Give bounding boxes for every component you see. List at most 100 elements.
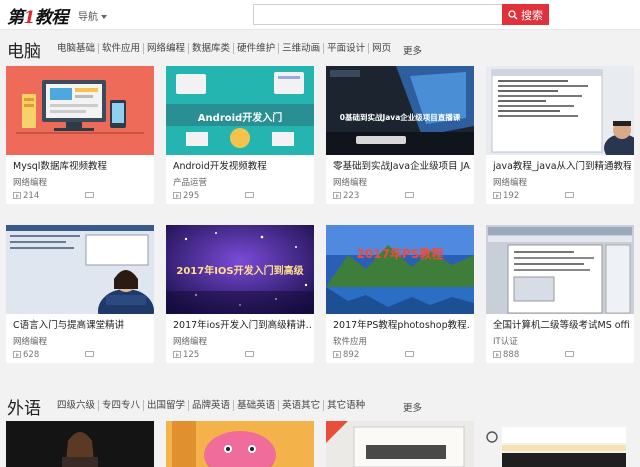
course-stats: 223 bbox=[333, 191, 467, 201]
category-link[interactable]: 网页 bbox=[369, 43, 394, 54]
section-title: 电脑 bbox=[7, 42, 41, 62]
category-link[interactable]: 四级六级 bbox=[57, 400, 100, 411]
section-header-language: 外语 四级六级 专四专八 出国留学 品牌英语 基础英语 英语其它 其它语种 更多 bbox=[0, 394, 640, 419]
course-category[interactable]: 产品运营 bbox=[173, 176, 207, 188]
view-count: 223 bbox=[343, 191, 360, 201]
search-icon bbox=[508, 9, 518, 19]
course-category[interactable]: 网络编程 bbox=[13, 335, 47, 347]
course-thumbnail[interactable] bbox=[486, 421, 634, 467]
ps-landscape-illustration bbox=[326, 225, 474, 314]
thumbnail-caption: 0基础到实战Java企业级项目直播课 bbox=[339, 113, 461, 122]
course-card[interactable]: Android开发入门 Android开发视频教程 产品运营 295 bbox=[166, 66, 314, 204]
section-title: 外语 bbox=[7, 399, 41, 419]
play-icon bbox=[173, 351, 181, 358]
course-category[interactable]: IT认证 bbox=[493, 335, 518, 347]
course-category[interactable]: 网络编程 bbox=[173, 335, 207, 347]
category-link[interactable]: 英语其它 bbox=[279, 400, 325, 411]
course-thumbnail[interactable]: Android开发入门 bbox=[166, 66, 314, 155]
play-icon bbox=[333, 192, 341, 199]
thumbnail-caption: 2017年PS教程 bbox=[356, 247, 444, 261]
course-thumbnail[interactable] bbox=[6, 66, 154, 155]
course-card[interactable] bbox=[326, 421, 474, 467]
course-stats: 628 bbox=[13, 350, 147, 360]
course-title[interactable]: Android开发视频教程 bbox=[173, 158, 311, 172]
course-thumbnail[interactable] bbox=[486, 66, 634, 155]
comment-icon bbox=[245, 351, 254, 357]
course-thumbnail[interactable]: 2017年IOS开发入门到高级 bbox=[166, 225, 314, 314]
category-link[interactable]: 软件应用 bbox=[99, 43, 145, 54]
course-thumbnail[interactable]: 2017年PS教程 bbox=[326, 225, 474, 314]
chevron-down-icon bbox=[101, 15, 107, 19]
top-header: 第1教程 导航 搜索 bbox=[0, 0, 640, 30]
course-stats: 888 bbox=[493, 350, 627, 360]
course-title[interactable]: C语言入门与提高课堂精讲 bbox=[13, 317, 151, 331]
category-link[interactable]: 数据库类 bbox=[189, 43, 235, 54]
course-thumbnail[interactable] bbox=[166, 421, 314, 467]
course-category[interactable]: 软件应用 bbox=[333, 335, 367, 347]
course-thumbnail[interactable] bbox=[6, 421, 154, 467]
course-thumbnail[interactable]: 0基础到实战Java企业级项目直播课 bbox=[326, 66, 474, 155]
course-card[interactable] bbox=[6, 421, 154, 467]
view-count: 888 bbox=[503, 350, 520, 360]
course-card[interactable]: java教程_java从入门到精通教程… 网络编程 192 bbox=[486, 66, 634, 204]
office-illustration bbox=[486, 225, 634, 314]
course-title[interactable]: 零基础到实战Java企业级项目 JA… bbox=[333, 158, 471, 172]
site-logo[interactable]: 第1教程 bbox=[7, 3, 68, 28]
course-category[interactable]: 网络编程 bbox=[333, 176, 367, 188]
nav-dropdown-label: 导航 bbox=[78, 12, 98, 23]
course-card[interactable]: 2017年PS教程 2017年PS教程photoshop教程… 软件应用 892 bbox=[326, 225, 474, 363]
course-card[interactable] bbox=[486, 421, 634, 467]
view-count: 295 bbox=[183, 191, 200, 201]
category-link[interactable]: 品牌英语 bbox=[189, 400, 235, 411]
course-title[interactable]: 2017年ios开发入门到高级精讲… bbox=[173, 317, 311, 331]
code-screen-illustration bbox=[486, 66, 634, 155]
course-title[interactable]: 全国计算机二级等级考试MS offi… bbox=[493, 317, 631, 331]
category-link[interactable]: 电脑基础 bbox=[57, 43, 100, 54]
category-link[interactable]: 专四专八 bbox=[99, 400, 145, 411]
category-link[interactable]: 其它语种 bbox=[324, 400, 368, 411]
section-header-computer: 电脑 电脑基础 软件应用 网络编程 数据库类 硬件维护 三维动画 平面设计 网页 更多 bbox=[0, 37, 640, 62]
course-card[interactable]: 全国计算机二级等级考试MS offi… IT认证 888 bbox=[486, 225, 634, 363]
comment-icon bbox=[405, 192, 414, 198]
course-thumbnail[interactable] bbox=[486, 225, 634, 314]
category-links: 四级六级 专四专八 出国留学 品牌英语 基础英语 英语其它 其它语种 bbox=[57, 400, 368, 411]
comment-icon bbox=[565, 192, 574, 198]
course-card[interactable]: C语言入门与提高课堂精讲 网络编程 628 bbox=[6, 225, 154, 363]
view-count: 125 bbox=[183, 350, 200, 360]
thumbnail-caption: Android开发入门 bbox=[197, 113, 283, 124]
category-link[interactable]: 三维动画 bbox=[279, 43, 325, 54]
category-link[interactable]: 基础英语 bbox=[234, 400, 280, 411]
course-category[interactable]: 网络编程 bbox=[493, 176, 527, 188]
cartoon-illustration bbox=[166, 421, 314, 467]
more-link[interactable]: 更多 bbox=[403, 400, 422, 414]
play-icon bbox=[13, 351, 21, 358]
course-stats: 295 bbox=[173, 191, 307, 201]
course-stats: 125 bbox=[173, 350, 307, 360]
search-input[interactable] bbox=[253, 4, 503, 25]
view-count: 628 bbox=[23, 350, 40, 360]
search-button-label: 搜索 bbox=[521, 8, 543, 22]
course-card[interactable] bbox=[166, 421, 314, 467]
course-thumbnail[interactable] bbox=[6, 225, 154, 314]
category-link[interactable]: 平面设计 bbox=[324, 43, 370, 54]
comment-icon bbox=[85, 192, 94, 198]
more-link[interactable]: 更多 bbox=[403, 43, 422, 57]
course-stats: 892 bbox=[333, 350, 467, 360]
category-link[interactable]: 出国留学 bbox=[144, 400, 190, 411]
course-card[interactable]: 2017年IOS开发入门到高级 2017年ios开发入门到高级精讲… 网络编程 … bbox=[166, 225, 314, 363]
course-title[interactable]: java教程_java从入门到精通教程… bbox=[493, 158, 631, 172]
course-stats: 192 bbox=[493, 191, 627, 201]
course-title[interactable]: Mysql数据库视频教程 bbox=[13, 158, 151, 172]
course-card[interactable]: Mysql数据库视频教程 网络编程 214 bbox=[6, 66, 154, 204]
play-icon bbox=[173, 192, 181, 199]
course-title[interactable]: 2017年PS教程photoshop教程… bbox=[333, 317, 471, 331]
nav-dropdown[interactable]: 导航 bbox=[78, 8, 107, 23]
category-link[interactable]: 网络编程 bbox=[144, 43, 190, 54]
course-category[interactable]: 网络编程 bbox=[13, 176, 47, 188]
thumbnail-caption: 2017年IOS开发入门到高级 bbox=[176, 266, 304, 277]
search-button[interactable]: 搜索 bbox=[502, 4, 549, 25]
course-thumbnail[interactable] bbox=[326, 421, 474, 467]
category-link[interactable]: 硬件维护 bbox=[234, 43, 280, 54]
view-count: 214 bbox=[23, 191, 40, 201]
course-card[interactable]: 0基础到实战Java企业级项目直播课 零基础到实战Java企业级项目 JA… 网… bbox=[326, 66, 474, 204]
